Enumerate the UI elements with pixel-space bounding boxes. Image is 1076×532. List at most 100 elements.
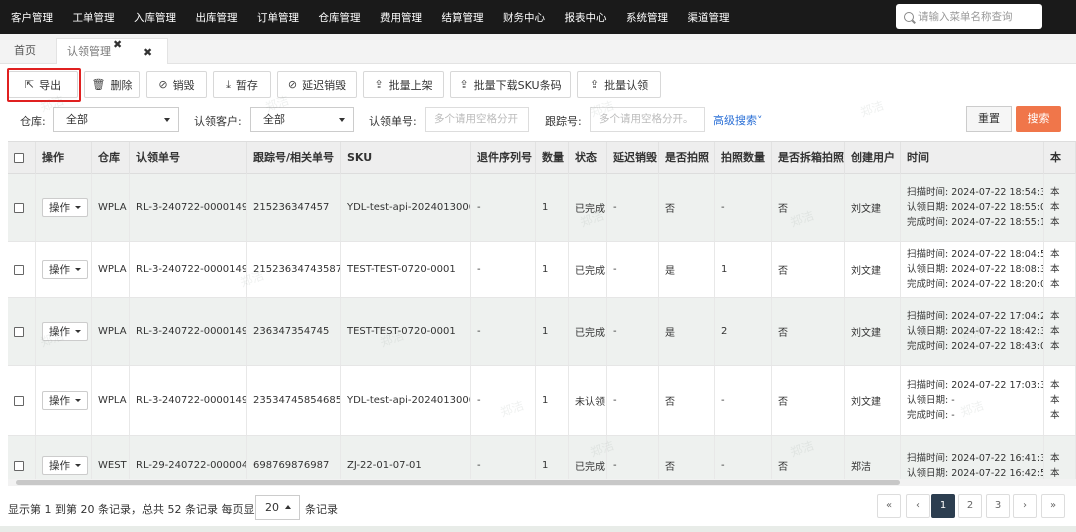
cell-tracking: 215236347457 [247,174,341,241]
tab-bar: 首页 认领管理 ✖ ✖ [0,34,1076,64]
row-checkbox[interactable] [14,395,24,406]
nav-menu-item[interactable]: 结算管理 [431,10,493,25]
cell-tracking: 215236347435874 [247,242,341,297]
tab-claim-management[interactable]: 认领管理 ✖ ✖ [56,38,168,64]
table-header: 操作 仓库 认领单号 跟踪号/相关单号 SKU 退件序列号 数量 状态 延迟销毁 是否拍照 拍照数量… [8,142,1076,174]
record-info: 显示第 1 到第 20 条记录，总共 52 条记录 每页显示 [8,503,266,516]
page-last-button[interactable]: » [1041,494,1065,518]
cell-qty: 1 [536,436,569,483]
row-op-button[interactable]: 操作 [42,391,88,410]
row-checkbox[interactable] [14,460,24,471]
cell-warehouse: WEST [92,436,130,483]
cell-tracking: 236347354745 [247,298,341,365]
export-highlight-box [7,68,81,102]
cell-sku: ZJ-22-01-07-01 [341,436,471,483]
delay-destroy-label: 延迟销毁 [302,78,347,92]
row-op-label: 操作 [49,460,70,472]
trash-icon: 🗑 [91,78,106,91]
cell-photo: 是 [659,242,715,297]
page-3-button[interactable]: 3 [986,494,1010,518]
row-checkbox[interactable] [14,326,24,337]
cell-photo-qty: - [715,366,772,435]
nav-menu-item[interactable]: 客户管理 [0,10,62,25]
row-checkbox[interactable] [14,202,24,213]
extra-line: 本 [1050,264,1060,275]
delay-destroy-button[interactable]: ⊘ 延迟销毁 [277,71,357,98]
batch-shelve-button[interactable]: ⇪ 批量上架 [363,71,444,98]
column-header: 数量 [536,142,569,174]
tab-home[interactable]: 首页 [4,38,50,64]
cell-unbox: 否 [772,298,845,365]
cell-extra: 本本本 [1044,298,1076,365]
advanced-search-link[interactable]: 高级搜索˅ [713,112,763,128]
cell-claim-no: RL-3-240722-00001494 [130,298,247,365]
page-1-button[interactable]: 1 [931,494,955,518]
tab-close-icon[interactable]: ✖ [113,32,122,58]
page-size-select[interactable]: 20 [255,495,300,520]
row-op-button[interactable]: 操作 [42,322,88,341]
page-prev-button[interactable]: ‹ [906,494,930,518]
time-line: 扫描时间: 2024-07-22 17:03:34 [907,380,1044,391]
page-2-button[interactable]: 2 [958,494,982,518]
extra-line: 本 [1050,395,1060,406]
page-first-button[interactable]: « [877,494,901,518]
cell-photo: 否 [659,174,715,241]
cell-warehouse: WPLA [92,366,130,435]
cell-times: 扫描时间: 2024-07-22 16:41:36 认领日期: 2024-07-2… [901,436,1044,483]
table-row: 操作 WPLA RL-3-240722-00001493 23534745854685… [8,366,1076,436]
tracking-input[interactable]: 多个请用空格分开。 [590,107,705,132]
row-op-cell: 操作 [36,174,92,241]
row-select-cell [8,242,36,297]
search-button[interactable]: 搜索 [1016,106,1061,132]
menu-search-input[interactable]: 请输入菜单名称查询 [896,4,1042,29]
nav-menu-item[interactable]: 渠道管理 [677,10,739,25]
row-op-button[interactable]: 操作 [42,456,88,475]
cell-sku: TEST-TEST-0720-0001 [341,298,471,365]
cell-delay: - [607,366,659,435]
extra-line: 本 [1050,202,1060,213]
nav-menu-item[interactable]: 入库管理 [123,10,185,25]
extra-line: 本 [1050,187,1060,198]
chevron-down-icon [75,330,81,333]
cell-sku: TEST-TEST-0720-0001 [341,242,471,297]
row-op-button[interactable]: 操作 [42,198,88,217]
select-all-checkbox[interactable] [14,153,24,163]
row-checkbox[interactable] [14,264,24,275]
page-next-button[interactable]: › [1013,494,1037,518]
nav-menu-item[interactable]: 系统管理 [615,10,677,25]
cell-claim-no: RL-3-240722-00001495 [130,242,247,297]
nav-menu-item[interactable]: 财务中心 [492,10,554,25]
destroy-button[interactable]: ⊘ 销毁 [146,71,207,98]
delete-button[interactable]: 🗑 删除 [84,71,140,98]
customer-select[interactable]: 全部 [250,107,354,132]
cell-photo: 否 [659,436,715,483]
row-op-label: 操作 [49,326,70,338]
nav-menu-item[interactable]: 报表中心 [554,10,616,25]
cell-claim-no: RL-3-240722-00001493 [130,366,247,435]
batch-download-sku-button[interactable]: ⇪ 批量下载SKU条码 [450,71,571,98]
column-header: 操作 [36,142,92,174]
temp-store-button[interactable]: ⤓ 暂存 [213,71,271,98]
reset-button[interactable]: 重置 [966,106,1012,132]
horizontal-scrollbar[interactable] [16,480,900,485]
time-line: 认领日期: 2024-07-22 18:08:38 [907,264,1044,275]
time-line: 完成时间: 2024-07-22 18:43:01 [907,341,1044,352]
close-all-icon[interactable]: ✖ [143,40,152,66]
row-op-button[interactable]: 操作 [42,260,88,279]
row-op-label: 操作 [49,202,70,214]
time-line: 扫描时间: 2024-07-22 17:04:24 [907,311,1044,322]
batch-claim-button[interactable]: ⇪ 批量认领 [577,71,661,98]
cell-serial: - [471,242,536,297]
nav-menu-item[interactable]: 出库管理 [185,10,247,25]
nav-menu-item[interactable]: 工单管理 [62,10,124,25]
nav-menu-item[interactable]: 订单管理 [246,10,308,25]
time-line: 扫描时间: 2024-07-22 16:41:36 [907,452,1044,464]
nav-menu-item[interactable]: 仓库管理 [308,10,370,25]
warehouse-select[interactable]: 全部 [53,107,179,132]
nav-menu-item[interactable]: 费用管理 [369,10,431,25]
claim-no-input[interactable]: 多个请用空格分开 [425,107,529,132]
row-select-cell [8,174,36,241]
cell-extra: 本本本 [1044,366,1076,435]
time-line: 完成时间: 2024-07-22 18:55:13 [907,217,1044,228]
batch-claim-label: 批量认领 [604,78,649,92]
